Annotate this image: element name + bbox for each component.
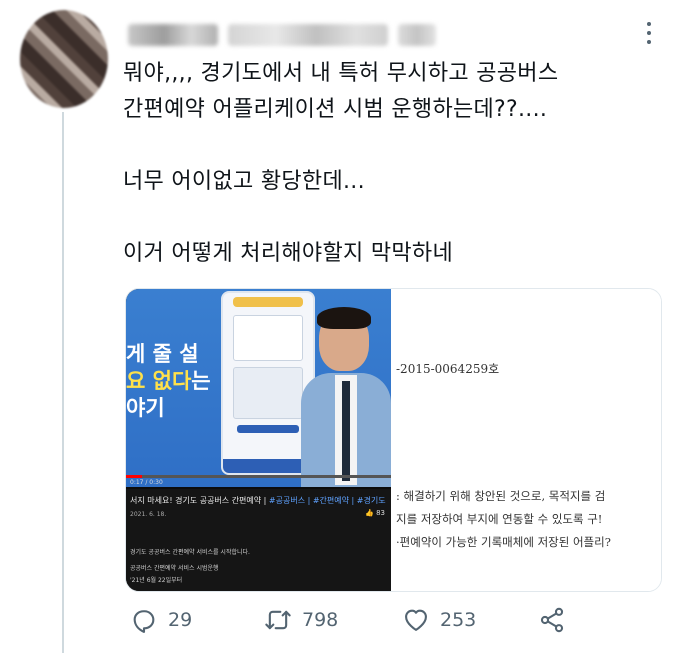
blurred-display-name[interactable] — [128, 24, 218, 46]
retweet-icon — [265, 610, 291, 630]
retweet-button[interactable]: 798 — [264, 606, 338, 634]
tweet-text: 뭐야,,,, 경기도에서 내 특허 무시하고 공공버스 간편예약 어플리케이션 … — [123, 61, 559, 266]
patent-document-image[interactable]: -2015-0064259호 : 해결하기 위해 창안된 것으로, 목적지를 검… — [391, 289, 661, 591]
retweet-count: 798 — [302, 609, 339, 631]
video-progress-fill — [126, 475, 142, 478]
video-date: 2021. 6. 18. — [130, 511, 167, 518]
more-icon[interactable] — [646, 22, 652, 44]
reply-icon — [133, 610, 155, 633]
like-button[interactable]: 253 — [402, 606, 476, 634]
like-count: 253 — [440, 609, 477, 631]
tweet-header — [120, 18, 620, 50]
video-screenshot[interactable]: 게 줄 설 요 없다는 야기 0:17 / 0:30 서지 마세요! 경기도 공… — [126, 289, 391, 591]
share-icon — [540, 607, 564, 633]
video-slogan: 게 줄 설 요 없다는 야기 — [126, 342, 211, 420]
reply-button[interactable]: 29 — [130, 606, 192, 634]
share-button[interactable] — [538, 606, 566, 634]
video-frame: 게 줄 설 요 없다는 야기 — [126, 289, 391, 487]
reply-count: 29 — [168, 609, 193, 631]
video-likes: 👍 83 — [365, 509, 385, 517]
video-desc-3: '21년 6월 22일부터 — [130, 577, 183, 584]
blurred-handle[interactable] — [228, 24, 388, 46]
video-progress-bar — [126, 475, 391, 478]
video-desc-2: 공공버스 간편예약 서비스 시범운행 — [130, 565, 219, 572]
avatar[interactable] — [20, 10, 108, 108]
blurred-timestamp[interactable] — [398, 24, 436, 46]
patent-line-3: ·편예약이 가능한 기록매체에 저장된 어플리? — [396, 535, 611, 549]
patent-number: -2015-0064259호 — [396, 362, 500, 376]
heart-icon — [405, 609, 427, 631]
thread-line — [62, 112, 64, 653]
video-time: 0:17 / 0:30 — [130, 479, 163, 486]
patent-line-2: 지를 저장하여 부지에 연동할 수 있도록 구! — [396, 512, 603, 526]
video-desc-1: 경기도 공공버스 간편예약 서비스를 시작합니다. — [130, 549, 250, 556]
patent-line-1: : 해결하기 위해 창안된 것으로, 목적지를 검 — [396, 489, 606, 503]
video-title: 서지 마세요! 경기도 공공버스 간편예약 | #공공버스 | #간편예약 | … — [130, 496, 386, 505]
video-info: 서지 마세요! 경기도 공공버스 간편예약 | #공공버스 | #간편예약 | … — [126, 489, 391, 591]
tweet-media[interactable]: 게 줄 설 요 없다는 야기 0:17 / 0:30 서지 마세요! 경기도 공… — [125, 288, 662, 592]
presenter — [301, 307, 391, 487]
tweet-actions: 29 798 253 — [124, 606, 584, 640]
